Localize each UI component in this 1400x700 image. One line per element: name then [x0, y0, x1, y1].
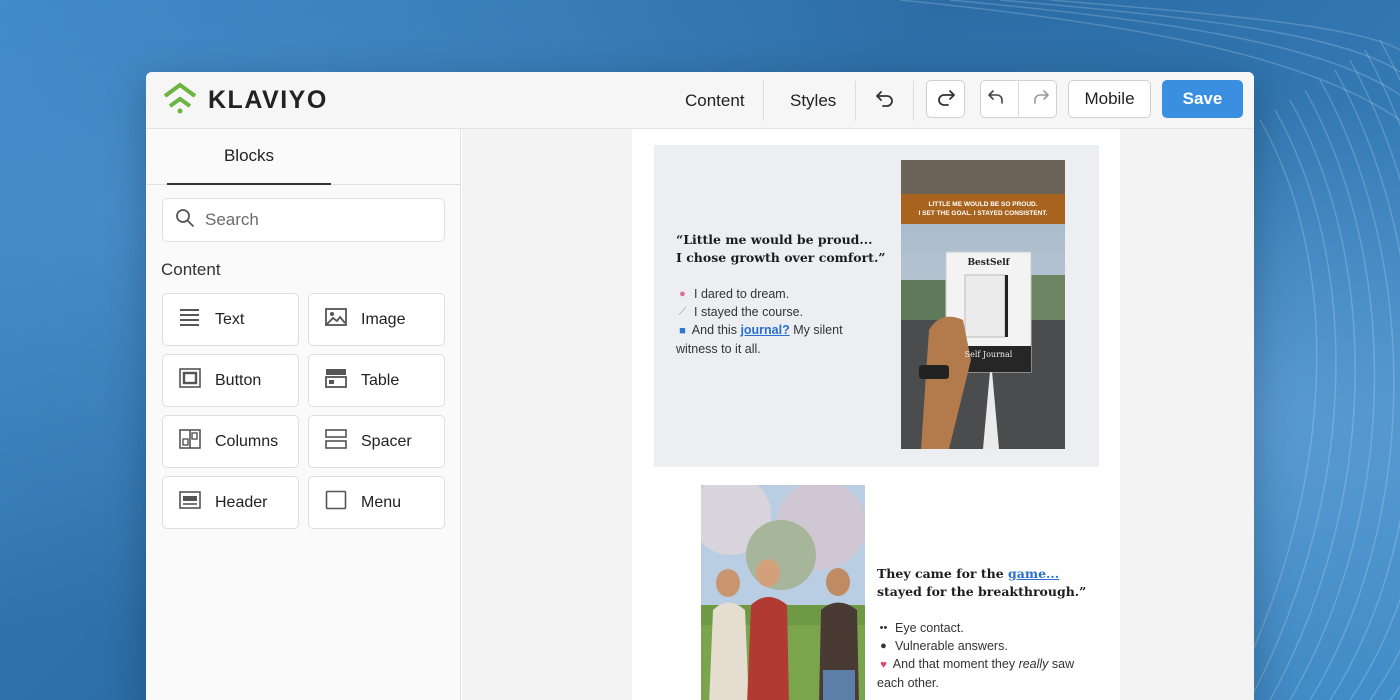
- klaviyo-logo[interactable]: KLAVIYO: [162, 82, 328, 119]
- block-label: Columns: [215, 432, 279, 450]
- email-preview: “Little me would be proud... I chose gro…: [632, 129, 1120, 700]
- bullet-text: My silent: [789, 323, 843, 337]
- undo-small-icon[interactable]: [987, 89, 1005, 110]
- bullet-line: ■ And this journal? My silent witness to …: [676, 321, 891, 358]
- bullet-text: witness to it all.: [676, 342, 761, 356]
- section-title: Content: [161, 260, 221, 279]
- quote-line: stayed for the breakthrough.”: [877, 584, 1087, 599]
- game-bullets: •• Eye contact. ● Vulnerable answers. ♥ An…: [877, 619, 1107, 692]
- divider: [913, 81, 914, 121]
- book-title: BestSelf: [967, 258, 1010, 268]
- quote-line: “Little me would be proud...: [676, 232, 873, 247]
- block-label: Image: [361, 310, 406, 328]
- heart-icon: ♥: [880, 659, 887, 671]
- bullet-text: I stayed the course.: [694, 305, 804, 319]
- top-toolbar: KLAVIYO Content Styles Mobile Save: [146, 72, 1254, 129]
- block-text[interactable]: Text: [162, 293, 299, 346]
- button-icon: [179, 368, 201, 393]
- game-quote: They came for the game... stayed for the…: [877, 565, 1107, 601]
- table-icon: [325, 368, 347, 393]
- bullet-text: And this: [691, 323, 741, 337]
- eyes-icon: ••: [879, 622, 888, 634]
- block-header[interactable]: Header: [162, 476, 299, 529]
- bullet-text: I dared to dream.: [694, 287, 790, 301]
- block-menu[interactable]: Menu: [308, 476, 445, 529]
- quote-text: They came for the: [877, 566, 1009, 581]
- editor-window: KLAVIYO Content Styles Mobile Save Block…: [146, 72, 1254, 700]
- block-table[interactable]: Table: [308, 354, 445, 407]
- block-columns[interactable]: Columns: [162, 415, 299, 468]
- block-label: Menu: [361, 493, 402, 511]
- brand-name: KLAVIYO: [208, 85, 328, 114]
- caption-line: LITTLE ME WOULD BE SO PROUD.: [928, 201, 1038, 208]
- quote-line: They came for the game...: [877, 565, 1107, 583]
- bullet-text: And that moment they: [892, 657, 1019, 671]
- menu-icon: [325, 490, 347, 515]
- quote-line: I chose growth over comfort.”: [676, 250, 886, 265]
- book-icon: ■: [679, 325, 686, 337]
- undo-icon: [875, 89, 895, 112]
- bullet-text: each other.: [877, 676, 939, 690]
- journal-text: “Little me would be proud... I chose gro…: [676, 231, 891, 358]
- search-box[interactable]: [162, 198, 445, 242]
- photo-caption: LITTLE ME WOULD BE SO PROUD. I SET THE G…: [901, 200, 1065, 218]
- text-lines-icon: [179, 307, 201, 332]
- save-button[interactable]: Save: [1162, 80, 1243, 118]
- columns-icon: [179, 429, 201, 454]
- brain-icon: ●: [679, 288, 686, 300]
- block-label: Button: [215, 371, 262, 389]
- block-label: Text: [215, 310, 245, 328]
- email-canvas: “Little me would be proud... I chose gro…: [462, 129, 1254, 700]
- divider: [763, 81, 764, 121]
- sidebar-tabs: Blocks: [146, 129, 460, 185]
- bullet-line: •• Eye contact.: [877, 619, 1107, 637]
- bullet-line: ● I dared to dream.: [676, 285, 891, 303]
- block-spacer[interactable]: Spacer: [308, 415, 445, 468]
- block-button[interactable]: Button: [162, 354, 299, 407]
- content-tab[interactable]: Content: [685, 72, 745, 129]
- bullet-emphasis: really: [1018, 657, 1049, 671]
- book-subtitle: Self Journal: [964, 350, 1013, 359]
- friends-photo[interactable]: [701, 485, 865, 700]
- mobile-preview-button[interactable]: Mobile: [1068, 80, 1151, 118]
- journal-link[interactable]: journal?: [740, 323, 789, 337]
- search-icon: [175, 208, 195, 233]
- blocks-sidebar: Blocks Content Text Image Button: [146, 129, 461, 700]
- bullet-text: Vulnerable answers.: [895, 639, 1008, 653]
- styles-tab[interactable]: Styles: [790, 72, 836, 129]
- bullet-text: saw: [1048, 657, 1075, 671]
- redo-small-icon[interactable]: [1032, 89, 1050, 110]
- divider: [855, 81, 856, 121]
- caption-line: I SET THE GOAL. I STAYED CONSISTENT.: [918, 210, 1048, 217]
- pen-icon: ⟋: [678, 306, 687, 318]
- search-input[interactable]: [205, 210, 425, 230]
- bullet-line: ⟋ I stayed the course.: [676, 303, 891, 321]
- divider: [1017, 80, 1019, 118]
- journal-quote: “Little me would be proud... I chose gro…: [676, 231, 891, 267]
- block-label: Header: [215, 493, 268, 511]
- block-image[interactable]: Image: [308, 293, 445, 346]
- bullet-line: ♥ And that moment they really saw each ot…: [877, 655, 1107, 692]
- game-text: They came for the game... stayed for the…: [877, 565, 1107, 692]
- email-block-journal[interactable]: “Little me would be proud... I chose gro…: [654, 145, 1099, 467]
- header-icon: [179, 490, 201, 515]
- klaviyo-logo-icon: [162, 82, 198, 119]
- undo-button[interactable]: [872, 72, 898, 129]
- bullet-text: Eye contact.: [895, 621, 964, 635]
- journal-photo[interactable]: LITTLE ME WOULD BE SO PROUD. I SET THE G…: [901, 160, 1065, 449]
- redo-icon: [936, 88, 956, 111]
- bullet-line: ● Vulnerable answers.: [877, 637, 1107, 655]
- block-label: Table: [361, 371, 400, 389]
- history-button-group: [980, 80, 1057, 118]
- game-link[interactable]: game...: [1008, 566, 1059, 581]
- image-icon: [325, 307, 347, 332]
- speaking-head-icon: ●: [880, 640, 887, 652]
- spacer-icon: [325, 429, 347, 454]
- block-label: Spacer: [361, 432, 412, 450]
- redo-button[interactable]: [926, 80, 965, 118]
- tab-blocks[interactable]: Blocks: [167, 129, 331, 185]
- journal-bullets: ● I dared to dream. ⟋ I stayed the course.…: [676, 285, 891, 358]
